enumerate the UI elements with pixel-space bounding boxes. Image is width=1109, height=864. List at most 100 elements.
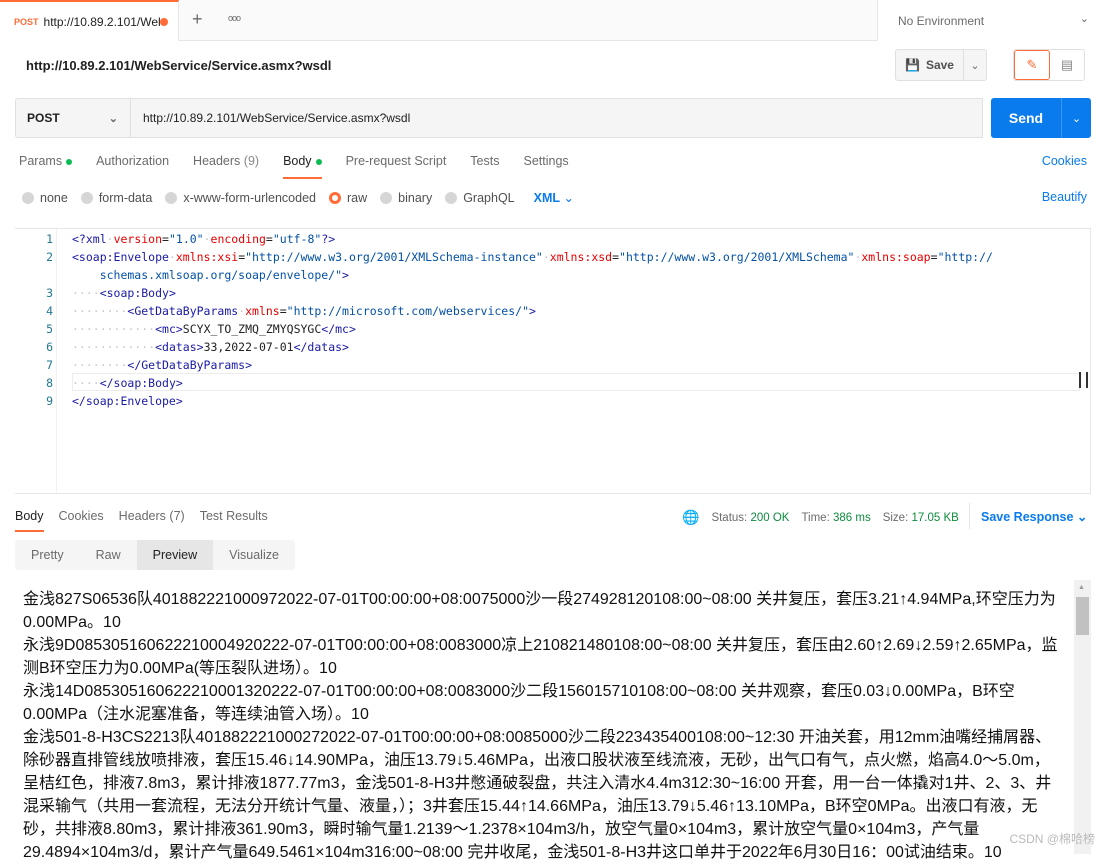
response-tab-cookies[interactable]: Cookies — [59, 509, 104, 532]
save-options-button[interactable]: ⌄ — [964, 59, 986, 72]
response-tab-test-results[interactable]: Test Results — [200, 509, 268, 532]
radio-label: binary — [398, 190, 433, 205]
code-token: "utf-8" — [272, 232, 322, 246]
body-type-radios: none form-data x-www-form-urlencoded raw bin… — [22, 190, 574, 205]
preview-record: 金浅827S06536队401882221000972022-07-01T00:… — [23, 591, 1056, 631]
status-dot-icon — [315, 158, 322, 165]
code-line: ············<datas>33,2022-07-01</datas> — [72, 340, 349, 354]
radio-button-icon[interactable] — [165, 191, 178, 204]
environment-select[interactable]: No Environment ⌄ — [877, 0, 1109, 41]
cookies-link[interactable]: Cookies — [1042, 154, 1087, 168]
tab-headers[interactable]: Headers (9) — [193, 154, 259, 179]
code-line: schemas.xmlsoap.org/soap/envelope/"> — [72, 268, 349, 282]
save-button[interactable]: 💾 Save — [896, 50, 964, 80]
beautify-link[interactable]: Beautify — [1042, 190, 1087, 204]
save-button-group: 💾 Save ⌄ — [895, 49, 987, 81]
code-token: = — [279, 304, 287, 318]
view-visualize[interactable]: Visualize — [213, 540, 295, 570]
language-select[interactable]: XML ⌄ — [528, 190, 574, 205]
code-token: = — [162, 232, 169, 246]
response-tab-headers[interactable]: Headers (7) — [119, 509, 185, 532]
send-button-group: Send ⌄ — [991, 98, 1091, 138]
watermark: CSDN @棉哈榜 — [1009, 832, 1095, 846]
request-title: http://10.89.2.101/WebService/Service.as… — [26, 58, 332, 73]
status-value: 200 OK — [750, 511, 790, 524]
more-tabs-button[interactable]: ooo — [228, 13, 241, 23]
radio-binary[interactable]: binary — [380, 191, 432, 205]
tab-label: Test Results — [199, 509, 268, 523]
method-select[interactable]: POST ⌄ — [15, 98, 131, 138]
code-line: </soap:Envelope> — [72, 394, 183, 408]
radio-label: x-www-form-urlencoded — [183, 190, 316, 205]
radio-button-icon[interactable] — [22, 191, 34, 204]
radio-button-icon[interactable] — [329, 191, 341, 204]
code-token: ········ — [72, 358, 128, 372]
code-token: <soap:Body> — [99, 286, 176, 300]
scrollbar-thumb[interactable] — [1076, 597, 1089, 635]
code-token: "http://www.w3.org/2001/XMLSchema-instan… — [245, 250, 543, 264]
code-token: = — [930, 250, 938, 264]
view-preview[interactable]: Preview — [136, 540, 214, 570]
line-number: 4 — [46, 304, 53, 318]
url-input[interactable]: http://10.89.2.101/WebService/Service.as… — [130, 98, 983, 138]
tab-label: Settings — [523, 154, 569, 168]
radio-form-data[interactable]: form-data — [80, 190, 153, 205]
status-dot-icon — [66, 158, 73, 165]
view-pretty[interactable]: Pretty — [15, 540, 80, 570]
tab-pre-request-script[interactable]: Pre-request Script — [346, 154, 447, 179]
status-label: Status: — [711, 511, 748, 524]
request-tab[interactable]: POST http://10.89.2.101/Wel — [0, 0, 179, 41]
code-line: ············<mc>SCYX_TO_ZMQ_ZMYQSYGC</mc… — [72, 322, 356, 336]
tab-body[interactable]: Body — [283, 154, 322, 179]
code-token: xmlns:xsi — [175, 250, 239, 264]
tab-settings[interactable]: Settings — [523, 154, 568, 179]
send-button[interactable]: Send — [991, 110, 1061, 126]
code-line: ····</soap:Body> — [72, 376, 183, 390]
tab-label: Headers — [118, 509, 166, 523]
code-token: · — [168, 250, 176, 264]
radio-button-icon[interactable] — [445, 191, 458, 204]
scroll-up-icon[interactable]: ▲ — [1078, 584, 1085, 591]
code-token: <mc> — [155, 322, 183, 336]
edit-icon[interactable]: ✎ — [1014, 50, 1050, 80]
new-tab-button[interactable]: + — [192, 9, 203, 30]
code-token: encoding — [210, 232, 266, 246]
tab-label: http://10.89.2.101/Wel — [43, 14, 161, 29]
radio-raw[interactable]: raw — [329, 191, 367, 205]
radio-button-icon[interactable] — [380, 191, 393, 204]
scrollbar[interactable]: ▲ — [1074, 580, 1091, 854]
tab-authorization[interactable]: Authorization — [96, 154, 169, 179]
line-number: 1 — [46, 232, 53, 246]
save-response-button[interactable]: Save Response ⌄ — [969, 503, 1087, 529]
radio-label: form-data — [98, 190, 153, 205]
globe-icon[interactable]: 🌐 — [682, 509, 699, 526]
code-token: <?xml — [72, 232, 107, 246]
size-value: 17.05 KB — [911, 511, 959, 524]
tab-tests[interactable]: Tests — [470, 154, 499, 179]
code-token: ············ — [72, 322, 156, 336]
radio-x-www-form-urlencoded[interactable]: x-www-form-urlencoded — [165, 191, 316, 205]
code-editor[interactable]: 1 <?xml·version="1.0"·encoding="utf-8"?> 2… — [15, 228, 1091, 494]
environment-label: No Environment — [898, 13, 985, 28]
response-tabs: Body Cookies Headers (7) Test Results — [15, 509, 268, 532]
line-number: 7 — [46, 358, 53, 372]
time-label: Time: — [801, 511, 830, 524]
code-line: <?xml·version="1.0"·encoding="utf-8"?> — [72, 232, 335, 246]
method-label: POST — [27, 111, 60, 125]
unsaved-dot-icon[interactable] — [160, 18, 168, 26]
tab-params[interactable]: Params — [19, 154, 73, 179]
radio-GraphQL[interactable]: GraphQL — [445, 191, 515, 205]
code-token: ···· — [72, 286, 100, 300]
code-token: xmlns:xsd — [549, 250, 613, 264]
size-info: Size: 17.05 KB — [883, 512, 959, 524]
response-tab-body[interactable]: Body — [15, 509, 44, 532]
radio-button-icon[interactable] — [80, 191, 93, 204]
code-token: · — [203, 232, 211, 246]
code-token: </GetDataByParams> — [127, 358, 253, 372]
code-token: </mc> — [321, 322, 356, 336]
tab-label: Headers — [193, 154, 241, 168]
view-raw[interactable]: Raw — [80, 540, 137, 570]
comment-icon[interactable]: ▤ — [1050, 50, 1084, 80]
radio-none[interactable]: none — [22, 191, 68, 205]
send-options-button[interactable]: ⌄ — [1061, 98, 1091, 138]
